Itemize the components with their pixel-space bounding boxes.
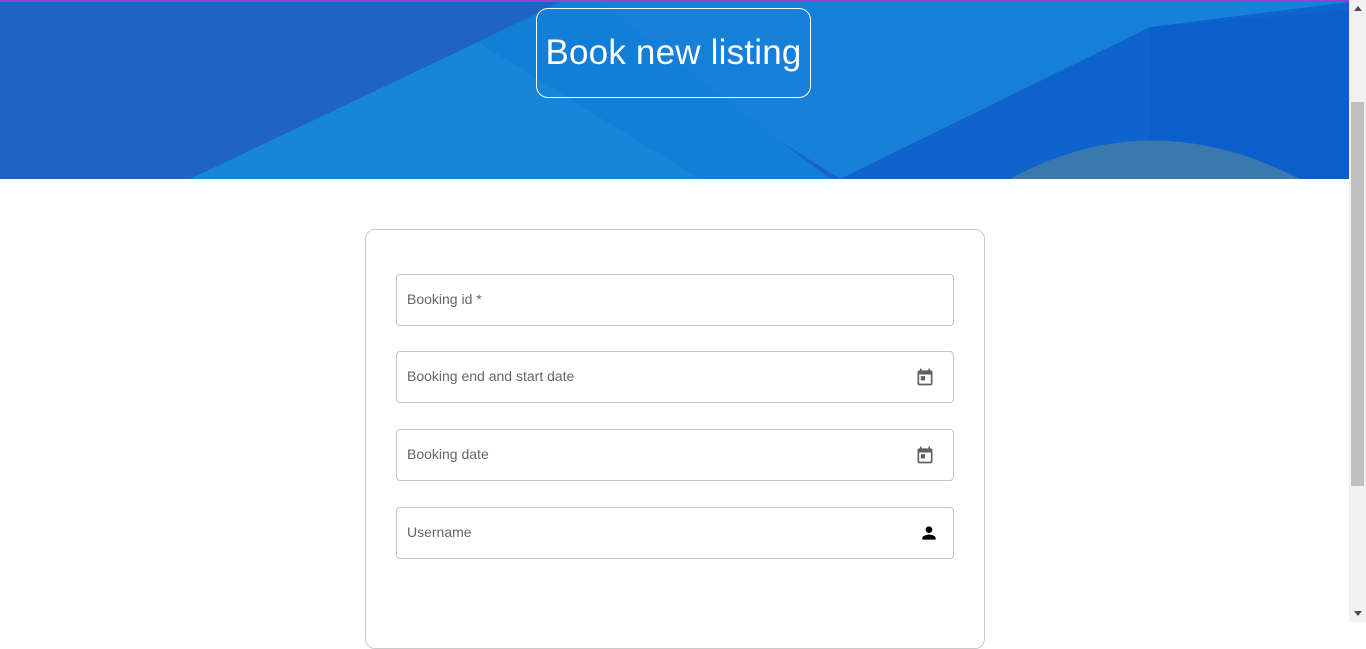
booking-form-card: Booking id * Booking end and start date … xyxy=(365,229,985,649)
username-field[interactable]: Username xyxy=(396,507,954,559)
page-title: Book new listing xyxy=(536,8,811,98)
hero-banner: Book new listing xyxy=(0,2,1349,179)
booking-id-field[interactable]: Booking id * xyxy=(396,274,954,326)
page-scrollbar[interactable] xyxy=(1349,0,1366,622)
person-icon xyxy=(919,523,939,543)
booking-id-label: Booking id * xyxy=(407,291,482,307)
booking-date-label: Booking date xyxy=(407,446,489,462)
scroll-down-arrow-icon[interactable] xyxy=(1349,605,1366,622)
calendar-icon[interactable] xyxy=(915,445,935,465)
scroll-up-arrow-icon[interactable] xyxy=(1349,0,1366,17)
username-label: Username xyxy=(407,524,472,540)
booking-date-range-label: Booking end and start date xyxy=(407,368,575,384)
calendar-icon[interactable] xyxy=(915,367,935,387)
booking-date-range-field[interactable]: Booking end and start date xyxy=(396,351,954,403)
scrollbar-thumb[interactable] xyxy=(1351,102,1364,486)
booking-date-field[interactable]: Booking date xyxy=(396,429,954,481)
